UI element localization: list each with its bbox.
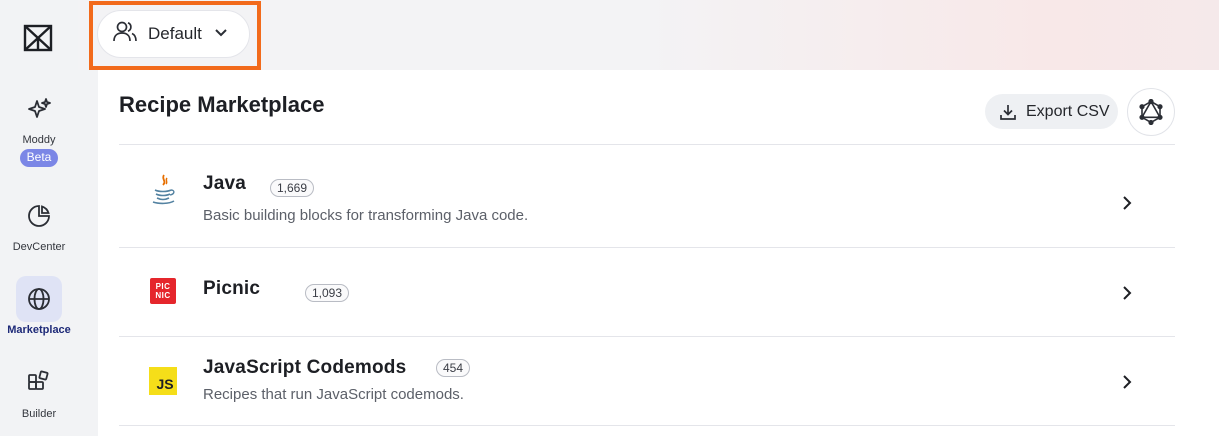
moderne-logo-icon[interactable]: [22, 22, 54, 54]
sidebar-item-label: Marketplace: [7, 324, 71, 336]
recipe-description: Basic building blocks for transforming J…: [203, 207, 529, 224]
chevron-right-icon: [1123, 286, 1132, 300]
sidebar-item-builder[interactable]: Builder: [0, 360, 78, 420]
sidebar-item-label: Builder: [21, 408, 57, 420]
beta-badge: Beta: [19, 149, 59, 167]
javascript-logo-text: JS: [156, 376, 174, 392]
pie-chart-icon: [16, 193, 62, 239]
recipe-name: Java: [203, 173, 247, 194]
main-panel: Recipe Marketplace Export CSV Java 1,669…: [98, 70, 1219, 436]
page-title: Recipe Marketplace: [119, 92, 325, 117]
sparkles-icon: [16, 86, 62, 132]
recipe-name: JavaScript Codemods: [203, 357, 407, 378]
export-csv-label: Export CSV: [1026, 102, 1110, 120]
graphql-button[interactable]: [1127, 88, 1175, 136]
graphql-icon: [1139, 99, 1163, 125]
list-item-java[interactable]: Java 1,669 Basic building blocks for tra…: [119, 145, 1175, 234]
download-icon: [1000, 104, 1016, 120]
java-icon: [149, 174, 177, 205]
sidebar-item-label: Moddy: [22, 134, 56, 146]
chevron-right-icon: [1123, 375, 1132, 389]
globe-icon: [16, 276, 62, 322]
recipe-count-badge: 1,093: [305, 284, 350, 302]
selection-highlight: [89, 1, 261, 70]
divider: [119, 425, 1175, 426]
sidebar-item-marketplace[interactable]: Marketplace: [0, 276, 78, 336]
sidebar: Moddy Beta DevCenter Marketplace Builder: [0, 0, 78, 436]
blocks-icon: [16, 360, 62, 406]
list-item-javascript-codemods[interactable]: JS JavaScript Codemods 454 Recipes that …: [119, 337, 1175, 426]
picnic-logo-text: PIC NIC: [155, 282, 171, 300]
sidebar-item-moddy[interactable]: Moddy Beta: [0, 86, 78, 167]
export-csv-button[interactable]: Export CSV: [985, 94, 1118, 129]
recipe-description: Recipes that run JavaScript codemods.: [203, 386, 464, 403]
picnic-icon: PIC NIC: [150, 278, 176, 304]
chevron-right-icon: [1123, 196, 1132, 210]
javascript-icon: JS: [149, 367, 177, 395]
recipe-name: Picnic: [203, 278, 261, 299]
recipe-count-badge: 1,669: [270, 179, 315, 197]
recipe-count-badge: 454: [436, 359, 471, 377]
sidebar-item-label: DevCenter: [12, 241, 66, 253]
list-item-picnic[interactable]: PIC NIC Picnic 1,093: [119, 248, 1175, 337]
sidebar-item-devcenter[interactable]: DevCenter: [0, 193, 78, 253]
